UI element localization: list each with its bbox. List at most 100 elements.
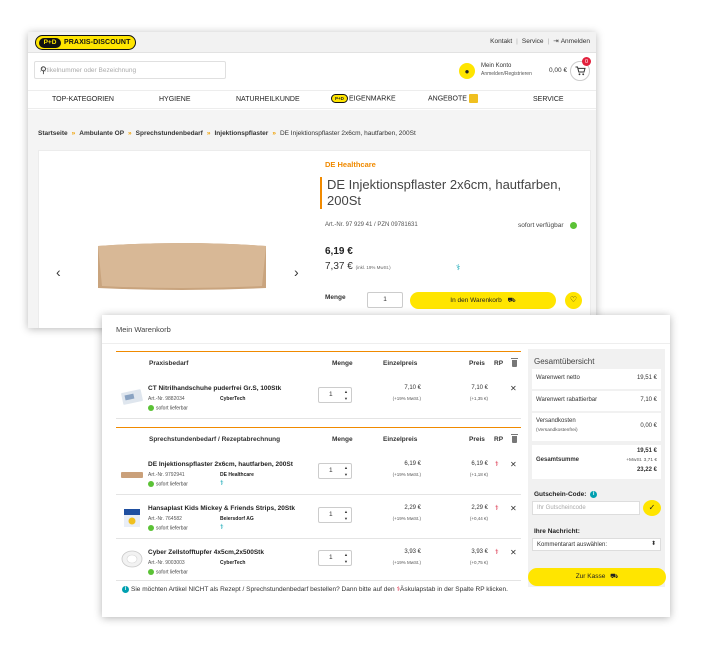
col-einzelpreis: Einzelpreis [383,360,418,367]
add-to-cart-label: In den Warenkorb [450,297,502,304]
add-to-cart-button[interactable]: In den Warenkorb ⛟ [410,292,556,309]
availability: sofort lieferbar [148,481,188,487]
quantity-stepper[interactable]: 1 ▲ ▼ [318,550,352,566]
quantity-stepper[interactable]: 1 ▲ ▼ [318,463,352,479]
divider: | [547,37,550,45]
decrease-icon[interactable]: ▼ [344,472,348,477]
increase-icon[interactable]: ▲ [344,509,348,514]
chevron-right-icon[interactable]: › [294,264,299,280]
cart-count-badge: 0 [582,57,591,66]
increase-icon[interactable]: ▲ [344,465,348,470]
summary-title: Gesamtübersicht [534,357,595,366]
decrease-icon[interactable]: ▼ [344,559,348,564]
article-number: Art.-Nr. 97 929 41 / PZN 09781631 [325,222,418,228]
cart-total: 0,00 € [549,67,568,74]
trash-icon[interactable] [511,434,518,443]
message-label: Ihre Nachricht: [534,528,580,535]
coupon-submit-button[interactable]: ✓ [643,500,661,516]
aesculapian-icon: ⚕ [220,524,224,531]
line-price-tax: (+0,75 €) [469,560,488,565]
line-price: 7,10 € [471,385,488,391]
contact-link[interactable]: Kontakt [490,38,512,45]
remove-icon[interactable]: ✕ [510,504,517,513]
search-input[interactable]: Artikelnummer oder Bezeichnung ⚲ [34,61,226,79]
decrease-icon[interactable]: ▼ [344,396,348,401]
nav-naturheilkunde[interactable]: NATURHEILKUNDE [236,96,300,103]
info-icon[interactable]: i [590,491,598,498]
wishlist-heart-icon[interactable]: ♡ [565,292,582,309]
quantity-input[interactable]: 1 [367,292,403,308]
summary-value: 7,10 € [640,397,657,403]
nav-eigenmarke[interactable]: P+D EIGENMARKE [331,94,396,103]
message-type-select[interactable]: Kommentarart auswählen: ⬍ [532,538,661,551]
checkout-button[interactable]: Zur Kasse ⛟ [528,568,666,586]
increase-icon[interactable]: ▲ [344,552,348,557]
product-name[interactable]: Cyber Zellstofftupfer 4x5cm,2x500Stk [148,549,264,556]
remove-icon[interactable]: ✕ [510,460,517,469]
account-label[interactable]: Mein Konto [481,63,511,69]
line-price-tax: (+1,35 €) [469,396,488,401]
coupon-label: Gutschein-Code: i [534,491,599,498]
crumb-arrow-icon: » [206,130,211,137]
product-name[interactable]: DE Injektionspflaster 2x6cm, hautfarben,… [148,461,293,468]
quantity-value: 1 [329,391,333,398]
chevron-updown-icon: ⬍ [650,541,656,547]
cart-icon: ⛟ [507,297,516,304]
note-text-pre: Sie möchten Artikel NICHT als Rezept / S… [131,586,395,593]
decrease-icon[interactable]: ▼ [344,516,348,521]
account-sublabel[interactable]: Anmelden/Registrieren [481,71,532,77]
summary-sublabel: (Versandkostenfrei) [536,428,578,433]
product-title: DE Injektionspflaster 2x6cm, hautfarben,… [320,177,590,209]
line-price: 6,19 € [471,461,488,467]
login-link[interactable]: Anmelden [561,38,590,45]
search-icon[interactable]: ⚲ [40,65,219,76]
product-thumbnail [124,509,140,527]
message-select-value: Kommentarart auswählen: [537,542,608,548]
quantity-stepper[interactable]: 1 ▲ ▼ [318,387,352,403]
nav-angebote[interactable]: ANGEBOTE [428,94,478,103]
coupon-input[interactable]: Ihr Gutscheincode [532,501,640,515]
availability-text: sofort lieferbar [156,525,188,532]
crumb-ambulante-op[interactable]: Ambulante OP [79,130,124,137]
remove-icon[interactable]: ✕ [510,548,517,557]
manufacturer: CyberTech [220,396,246,402]
nav-hygiene[interactable]: HYGIENE [159,96,191,103]
unit-price: 7,10 € [404,385,421,391]
aesculapian-rp-icon[interactable]: ⚕ [495,504,499,512]
unit-price-tax: (+19% MwSt.) [392,472,421,477]
logo-text: PRAXIS-DISCOUNT [64,39,131,46]
quantity-stepper[interactable]: 1 ▲ ▼ [318,507,352,523]
crumb-sprechstundenbedarf[interactable]: Sprechstundenbedarf [136,130,203,137]
product-name[interactable]: CT Nitrilhandschuhe puderfrei Gr.S, 100S… [148,385,281,392]
nav-service[interactable]: SERVICE [533,96,564,103]
trash-icon[interactable] [511,358,518,367]
remove-icon[interactable]: ✕ [510,384,517,393]
availability-dot-icon [569,222,577,229]
main-nav: TOP-KATEGORIEN HYGIENE NATURHEILKUNDE P+… [28,90,596,109]
divider [102,343,670,344]
col-rp: RP [494,436,504,443]
chevron-left-icon[interactable]: ‹ [56,264,61,280]
crumb-startseite[interactable]: Startseite [38,130,68,137]
availability-dot-icon [148,481,154,487]
unit-price-tax: (+19% MwSt.) [392,396,421,401]
product-name[interactable]: Hansaplast Kids Mickey & Friends Strips,… [148,505,295,512]
logo[interactable]: P+D PRAXIS-DISCOUNT [35,35,136,50]
crumb-arrow-icon: » [71,130,76,137]
price-gross-value: 7,37 € [325,261,353,272]
nav-top-kategorien[interactable]: TOP-KATEGORIEN [52,96,114,103]
user-icon[interactable]: ● [459,63,475,79]
aesculapian-rp-icon[interactable]: ⚕ [495,548,499,556]
summary-row-shipping: Versandkosten (Versandkostenfrei) 0,00 € [532,413,661,441]
header: Artikelnummer oder Bezeichnung ⚲ ● Mein … [28,53,596,90]
logo-badge: P+D [39,37,61,48]
product-thumbnail [121,550,143,568]
service-link[interactable]: Service [522,38,544,45]
manufacturer: Beiersdorf AG [220,516,254,522]
crumb-injektionspflaster[interactable]: Injektionspflaster [214,130,268,137]
product-brand[interactable]: DE Healthcare [325,160,376,169]
summary-label: Warenwert rabattierbar [536,397,598,403]
coupon-placeholder: Ihr Gutscheincode [537,505,586,511]
aesculapian-rp-icon[interactable]: ⚕ [495,460,499,468]
increase-icon[interactable]: ▲ [344,389,348,394]
